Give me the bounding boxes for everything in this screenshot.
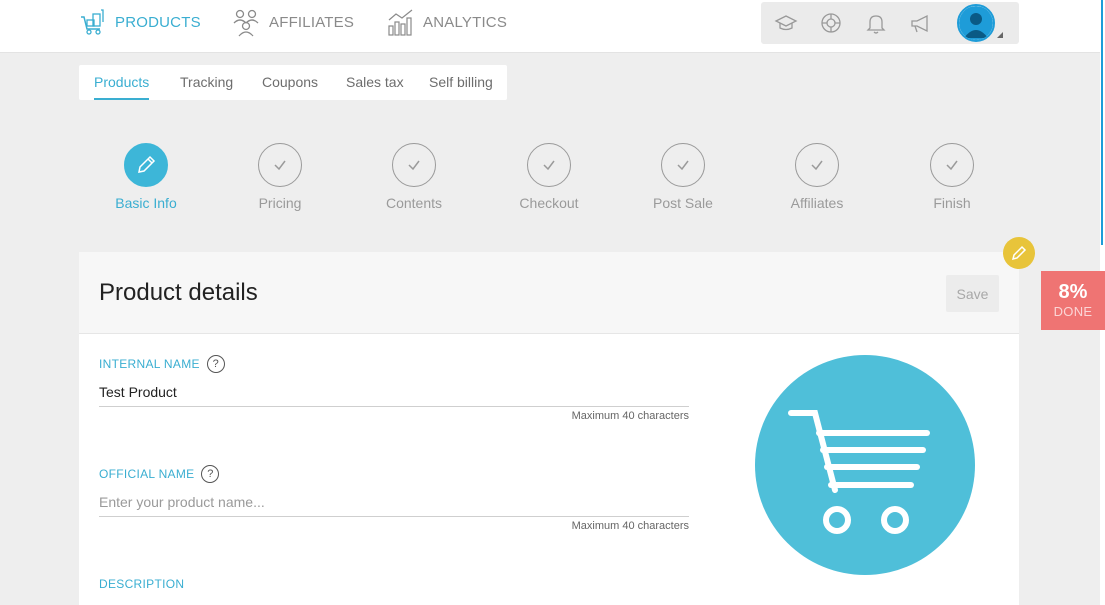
subtabs: Products Tracking Coupons Sales tax Self…	[79, 65, 507, 100]
check-icon	[946, 160, 958, 171]
pencil-icon	[1011, 245, 1027, 261]
step-label: Pricing	[258, 195, 302, 211]
card-title: Product details	[99, 279, 258, 306]
bar-chart-icon	[388, 9, 413, 36]
tab-sales-tax[interactable]: Sales tax	[346, 74, 404, 100]
product-image[interactable]	[755, 355, 975, 575]
step-circle	[930, 143, 974, 187]
check-icon	[677, 160, 689, 171]
step-circle	[795, 143, 839, 187]
check-icon	[274, 160, 286, 171]
people-icon	[233, 9, 259, 37]
official-name-label-text: OFFICIAL NAME	[99, 467, 195, 481]
step-post-sale[interactable]: Post Sale	[623, 143, 743, 211]
official-name-input[interactable]	[99, 487, 689, 517]
nav-products-label: PRODUCTS	[115, 13, 201, 31]
description-label: DESCRIPTION	[99, 577, 185, 591]
product-details-card: Product details Save INTERNAL NAME ? Max…	[79, 252, 1019, 605]
official-name-label: OFFICIAL NAME ?	[99, 465, 220, 483]
check-icon	[811, 160, 823, 171]
internal-name-label: INTERNAL NAME ?	[99, 355, 225, 373]
save-button[interactable]: Save	[946, 275, 999, 312]
step-label: Post Sale	[653, 195, 713, 211]
progress-badge: 8% DONE	[1041, 271, 1105, 330]
internal-name-input[interactable]	[99, 377, 689, 407]
lifebuoy-icon[interactable]	[819, 11, 843, 35]
megaphone-icon[interactable]	[909, 11, 933, 35]
help-icon[interactable]: ?	[201, 465, 220, 483]
scrollbar[interactable]	[1101, 0, 1103, 245]
step-circle	[258, 143, 302, 187]
step-circle	[124, 143, 168, 187]
top-navigation: PRODUCTS AFFILIATES ANALYTICS	[0, 0, 1100, 53]
step-label: Basic Info	[115, 195, 177, 211]
pencil-icon	[138, 155, 156, 173]
tab-tracking[interactable]: Tracking	[180, 74, 233, 100]
step-label: Checkout	[519, 195, 579, 211]
shopping-cart-icon	[788, 410, 930, 534]
step-contents[interactable]: Contents	[354, 143, 474, 211]
nav-affiliates[interactable]: AFFILIATES	[232, 6, 354, 38]
step-circle	[392, 143, 436, 187]
step-pricing[interactable]: Pricing	[220, 143, 340, 211]
tab-coupons[interactable]: Coupons	[262, 74, 318, 100]
nav-analytics[interactable]: ANALYTICS	[387, 6, 507, 38]
help-icon[interactable]: ?	[206, 355, 225, 373]
user-icon	[959, 6, 993, 40]
edit-product-button[interactable]	[1003, 237, 1035, 269]
internal-name-label-text: INTERNAL NAME	[99, 357, 200, 371]
nav-products[interactable]: PRODUCTS	[79, 6, 201, 38]
bell-icon[interactable]	[864, 11, 888, 35]
step-label: Contents	[385, 195, 443, 211]
avatar-caret-icon[interactable]	[997, 32, 1003, 38]
graduation-cap-icon[interactable]	[774, 11, 798, 35]
user-avatar[interactable]	[957, 4, 995, 42]
check-icon	[408, 160, 420, 171]
nav-analytics-label: ANALYTICS	[423, 13, 508, 31]
toolbox	[761, 2, 1019, 44]
step-checkout[interactable]: Checkout	[489, 143, 609, 211]
step-basic-info[interactable]: Basic Info	[86, 143, 206, 211]
step-circle	[661, 143, 705, 187]
internal-name-hint: Maximum 40 characters	[571, 410, 689, 422]
step-circle	[527, 143, 571, 187]
check-icon	[543, 160, 555, 171]
step-affiliates[interactable]: Affiliates	[757, 143, 877, 211]
step-label: Affiliates	[790, 195, 844, 211]
progress-value: 8%	[1058, 281, 1088, 303]
tab-products[interactable]: Products	[94, 74, 150, 100]
card-header: Product details Save	[79, 252, 1019, 334]
progress-label: DONE	[1053, 304, 1093, 319]
tab-self-billing[interactable]: Self billing	[429, 74, 493, 100]
step-finish[interactable]: Finish	[892, 143, 1012, 211]
step-label: Finish	[933, 195, 971, 211]
cart-icon	[81, 9, 104, 35]
official-name-hint: Maximum 40 characters	[571, 520, 689, 532]
nav-affiliates-label: AFFILIATES	[269, 13, 355, 31]
